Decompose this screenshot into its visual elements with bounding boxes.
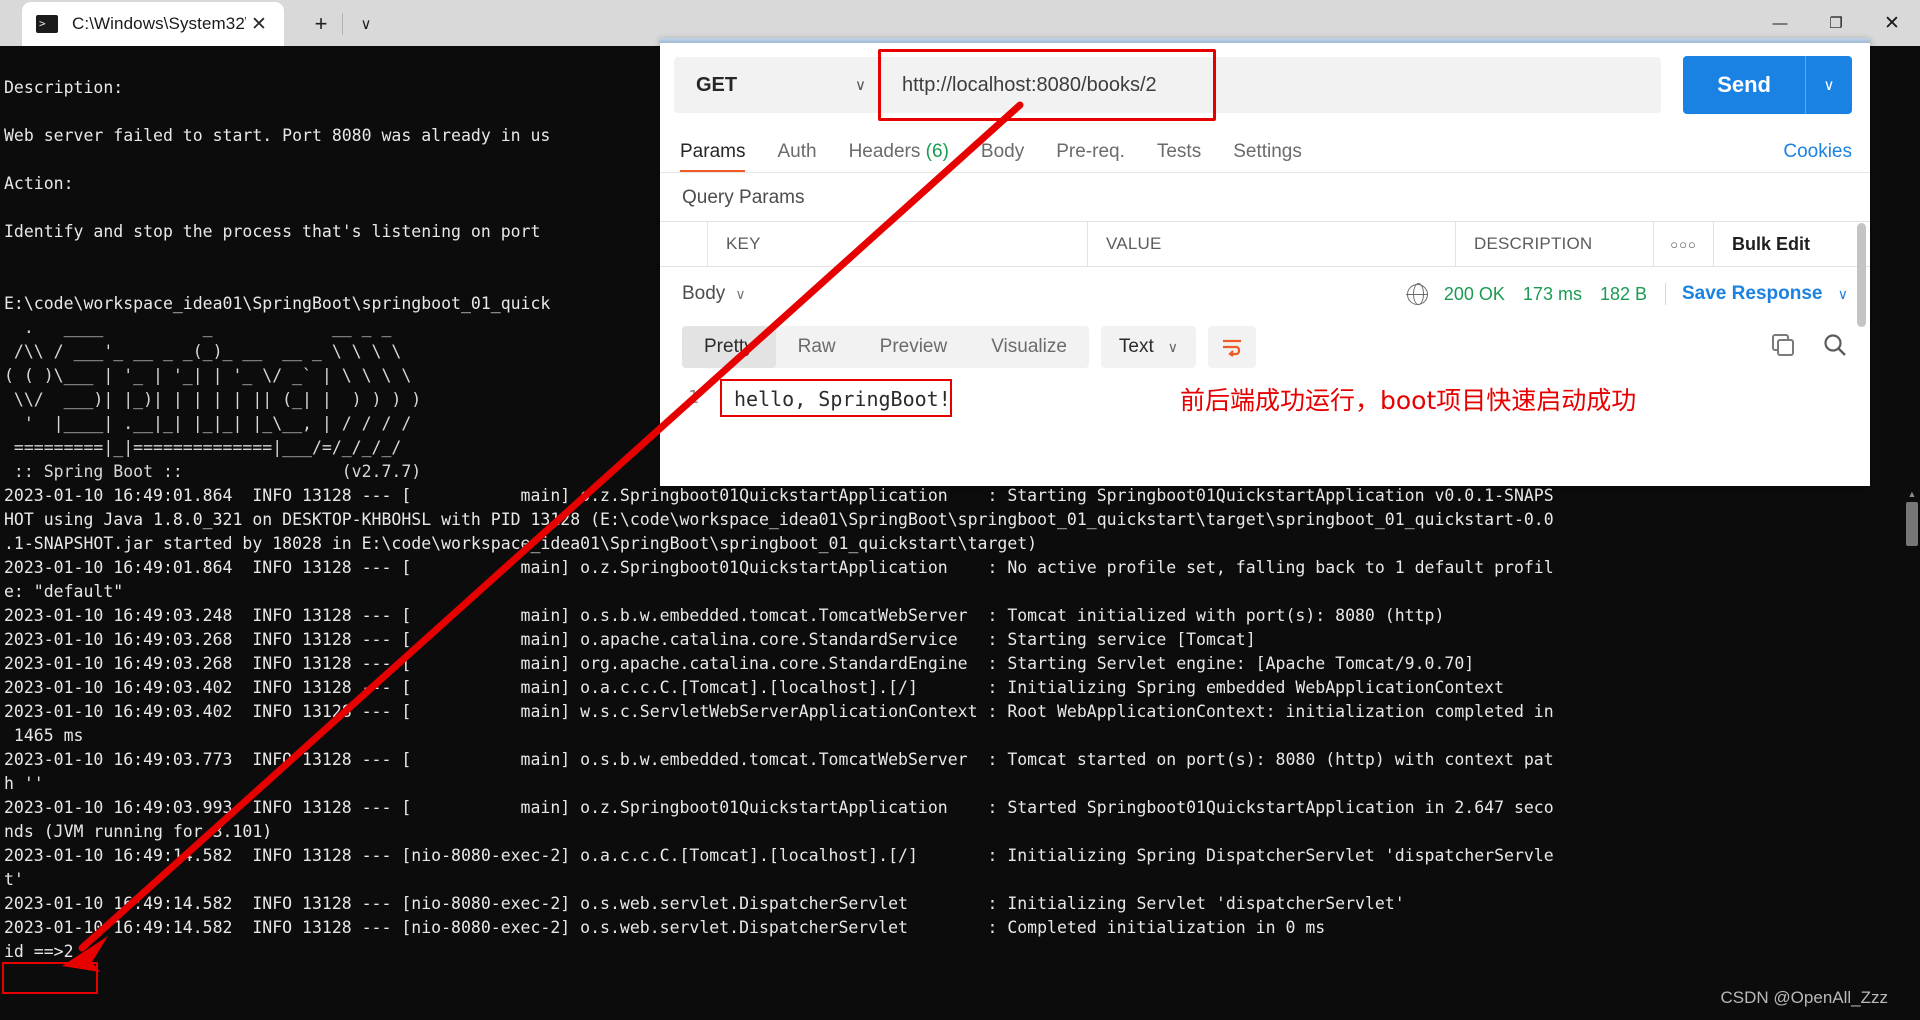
stats-divider <box>1665 283 1666 305</box>
select-all-checkbox-cell[interactable] <box>660 222 708 266</box>
save-response-button[interactable]: Save Response ∨ <box>1682 283 1848 305</box>
query-params-title: Query Params <box>682 187 805 208</box>
column-header-value: VALUE <box>1088 222 1456 266</box>
console-scrollbar[interactable]: ▲ ▼ <box>1904 46 1920 1020</box>
chevron-down-icon[interactable]: ∨ <box>735 286 745 303</box>
new-tab-button[interactable]: + <box>300 2 342 46</box>
response-time: 173 ms <box>1522 283 1582 304</box>
tabs-underline <box>660 172 1870 173</box>
response-size: 182 B <box>1599 283 1647 304</box>
tab-headers[interactable]: Headers (6) <box>849 141 949 173</box>
http-method-label: GET <box>696 73 738 96</box>
tab-params[interactable]: Params <box>680 141 746 173</box>
response-body-area[interactable]: 1 hello, SpringBoot! 前后端成功运行，boot项目快速启动成… <box>660 373 1870 433</box>
scroll-up-icon[interactable]: ▲ <box>1904 486 1920 502</box>
console-id-output: id ==>2 <box>4 942 74 961</box>
tab-pretty[interactable]: Pretty <box>682 326 776 368</box>
search-icon[interactable] <box>1822 332 1848 363</box>
response-view-tabs: Pretty Raw Preview Visualize <box>682 326 1089 368</box>
save-response-label: Save Response <box>1682 283 1823 304</box>
tab-preview[interactable]: Preview <box>858 326 970 368</box>
response-format-select[interactable]: Text ∨ <box>1100 326 1197 368</box>
response-format-label: Text <box>1118 336 1154 357</box>
globe-icon <box>1406 282 1429 306</box>
more-options-icon[interactable]: ○○○ <box>1654 222 1714 266</box>
console-error-text: Description: Web server failed to start.… <box>4 78 551 313</box>
chevron-down-icon: ∨ <box>1167 338 1179 355</box>
response-view-row: Pretty Raw Preview Visualize Text ∨ <box>660 321 1870 373</box>
word-wrap-icon[interactable] <box>1208 326 1257 368</box>
close-tab-icon[interactable]: ✕ <box>246 11 272 37</box>
tab-raw[interactable]: Raw <box>776 326 858 368</box>
chevron-down-icon: ∨ <box>855 77 866 94</box>
tab-visualize[interactable]: Visualize <box>969 326 1089 368</box>
column-header-key: KEY <box>708 222 1088 266</box>
query-params-table: KEY VALUE DESCRIPTION ○○○ Bulk Edit <box>660 221 1870 267</box>
line-number: 1 <box>688 387 699 408</box>
watermark: CSDN @OpenAll_Zzz <box>1720 988 1888 1007</box>
url-input[interactable]: http://localhost:8080/books/2 <box>884 57 1662 113</box>
response-stats: 200 OK 173 ms 182 B Save Response ∨ <box>1406 282 1848 306</box>
tab-title: C:\Windows\System32\cmd <box>72 14 246 33</box>
response-tools <box>1770 332 1848 363</box>
postman-window: GET ∨ http://localhost:8080/books/2 Send… <box>660 38 1870 486</box>
tab-tests-label: Tests <box>1156 141 1202 162</box>
response-body-label: Body <box>682 283 726 304</box>
tab-headers-label: Headers <box>848 141 921 162</box>
tab-body[interactable]: Body <box>981 141 1024 173</box>
copy-icon[interactable] <box>1770 332 1796 363</box>
tab-auth[interactable]: Auth <box>777 141 816 173</box>
tab-prerequest-label: Pre-req. <box>1056 141 1125 162</box>
status-badge: 200 OK <box>1443 283 1505 304</box>
send-options-chevron-down-icon[interactable]: ∨ <box>1806 56 1852 114</box>
http-method-select[interactable]: GET ∨ <box>674 57 884 113</box>
close-window-button[interactable]: ✕ <box>1864 0 1920 46</box>
bulk-edit-button[interactable]: Bulk Edit <box>1714 222 1810 266</box>
postman-scrollbar-thumb[interactable] <box>1857 223 1866 327</box>
spring-boot-banner: . ____ _ __ _ _ /\\ / ___'_ __ _ _(_)_ _… <box>4 318 422 481</box>
response-body-text: hello, SpringBoot! <box>734 387 951 411</box>
response-status-row: Body ∨ 200 OK 173 ms 182 B Save Response… <box>660 267 1870 321</box>
toolbar-divider <box>342 13 343 35</box>
chevron-down-icon[interactable]: ∨ <box>345 2 387 46</box>
scrollbar-thumb[interactable] <box>1906 502 1918 546</box>
request-tabs: Params Auth Headers (6) Body Pre-req. Te… <box>660 127 1870 173</box>
terminal-icon <box>36 15 58 33</box>
column-header-description: DESCRIPTION <box>1456 222 1654 266</box>
headers-count-badge: (6) <box>925 141 949 162</box>
request-url-row: GET ∨ http://localhost:8080/books/2 Send… <box>660 43 1870 127</box>
tab-prerequest[interactable]: Pre-req. <box>1056 141 1125 173</box>
tab-settings[interactable]: Settings <box>1233 141 1302 173</box>
tab-body-label: Body <box>980 141 1025 162</box>
send-button[interactable]: Send <box>1683 56 1805 114</box>
cookies-link[interactable]: Cookies <box>1783 141 1852 173</box>
tab-tests[interactable]: Tests <box>1157 141 1201 173</box>
console-log-text: 2023-01-10 16:49:01.864 INFO 13128 --- [… <box>4 486 1554 937</box>
url-text: http://localhost:8080/books/2 <box>902 73 1157 96</box>
tab-auth-label: Auth <box>777 141 817 162</box>
terminal-tab[interactable]: C:\Windows\System32\cmd ✕ <box>22 2 284 46</box>
send-button-group[interactable]: Send ∨ <box>1683 56 1852 114</box>
chinese-annotation: 前后端成功运行，boot项目快速启动成功 <box>1180 386 1637 415</box>
chevron-down-icon: ∨ <box>1837 286 1848 302</box>
tab-params-label: Params <box>680 141 746 162</box>
tab-settings-label: Settings <box>1233 141 1302 162</box>
